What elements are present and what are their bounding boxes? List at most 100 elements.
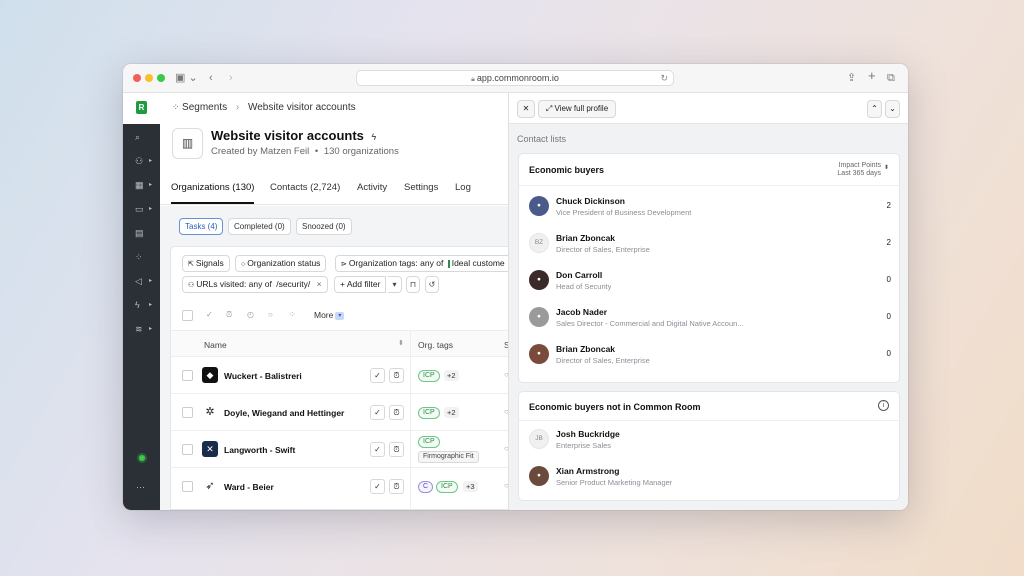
bolt-icon[interactable]: ϟ ▸ <box>135 298 155 312</box>
app-logo[interactable]: R <box>136 101 147 114</box>
reload-icon[interactable]: ↻ <box>660 71 668 85</box>
tab-settings[interactable]: Settings <box>404 182 438 202</box>
close-icon[interactable]: ✕ <box>517 100 535 118</box>
org-name[interactable]: Langworth - Swift <box>224 445 295 455</box>
contact-row[interactable]: ● Jacob Nader Sales Director - Commercia… <box>519 298 901 335</box>
org-status-filter[interactable]: ○ Organization status <box>235 255 327 272</box>
signals-filter[interactable]: ⇱ Signals <box>182 255 230 272</box>
contact-row[interactable]: ● Don Carroll Head of Security 0 <box>519 261 901 298</box>
chevron-up-icon[interactable]: ⌃ <box>867 100 882 118</box>
chat-icon[interactable]: ▭ ▸ <box>135 202 155 216</box>
column-org-tags[interactable]: Org. tags <box>418 340 453 350</box>
table-row[interactable]: ✲ Doyle, Wiegand and Hettinger ✓ ⏰︎ ICP … <box>171 394 508 431</box>
row-checkbox[interactable] <box>182 370 193 381</box>
check-icon[interactable]: ✓ <box>370 368 385 383</box>
tab-log[interactable]: Log <box>455 182 471 202</box>
search-icon[interactable]: ⌕ <box>135 130 155 144</box>
building-icon[interactable]: ▦ ▸ <box>135 178 155 192</box>
check-icon[interactable]: ✓ <box>206 310 213 319</box>
contact-row[interactable]: BZ Brian Zboncak Director of Sales, Ente… <box>519 224 901 261</box>
more-menu-button[interactable]: More ▾ <box>314 310 345 320</box>
view-full-profile-button[interactable]: ⤢ View full profile <box>538 100 616 118</box>
contact-name[interactable]: Chuck Dickinson <box>556 196 625 206</box>
more-tags-badge[interactable]: +2 <box>444 370 459 381</box>
alarm-icon[interactable]: ⏰︎ <box>389 442 404 457</box>
logo-area: R <box>123 93 160 124</box>
check-icon[interactable]: ✓ <box>370 405 385 420</box>
subtab-completed[interactable]: Completed (0) <box>228 218 291 235</box>
tab-activity[interactable]: Activity <box>357 182 387 202</box>
impact-sort-control[interactable]: Impact Points Last 365 days ⬍ <box>837 162 889 178</box>
contact-name[interactable]: Josh Buckridge <box>556 429 620 439</box>
new-tab-icon[interactable]: + <box>868 68 876 84</box>
row-checkbox[interactable] <box>182 407 193 418</box>
breadcrumb-segments-link[interactable]: Segments <box>182 102 227 113</box>
column-name[interactable]: Name <box>204 340 227 350</box>
org-name[interactable]: Wuckert - Balistreri <box>224 371 302 381</box>
close-window-button[interactable] <box>133 74 141 82</box>
subtab-snoozed[interactable]: Snoozed (0) <box>296 218 352 235</box>
add-filter-button[interactable]: + Add filter <box>334 276 387 293</box>
contact-row[interactable]: JB Josh Buckridge Enterprise Sales <box>519 420 901 457</box>
more-icon[interactable]: ··· <box>136 480 156 494</box>
alarm-icon[interactable]: ⏰︎ <box>389 368 404 383</box>
subtab-tasks[interactable]: Tasks (4) <box>179 218 224 235</box>
contact-name[interactable]: Don Carroll <box>556 270 602 280</box>
select-all-checkbox[interactable] <box>182 310 193 321</box>
org-tags-filter[interactable]: ⊳ Organization tags: any of Ideal custom… <box>335 255 508 272</box>
org-name[interactable]: Ward - Beier <box>224 482 274 492</box>
people-icon[interactable]: ⚇ ▸ <box>135 154 155 168</box>
urls-visited-filter[interactable]: ⚇ URLs visited: any of /security/ × <box>182 276 328 293</box>
contact-name[interactable]: Jacob Nader <box>556 307 607 317</box>
grid-icon[interactable]: ⁘ <box>289 310 296 319</box>
grid-icon[interactable]: ⁘ <box>135 250 155 264</box>
clock-icon[interactable]: ◴ <box>247 310 254 319</box>
more-tags-badge[interactable]: +3 <box>463 481 478 492</box>
org-name[interactable]: Doyle, Wiegand and Hettinger <box>224 408 344 418</box>
back-icon[interactable]: ‹ <box>209 70 213 86</box>
tab-organizations[interactable]: Organizations (130) <box>171 182 255 204</box>
check-icon[interactable]: ✓ <box>370 479 385 494</box>
tag-icon: ⊳ <box>341 261 349 268</box>
undo-icon[interactable]: ↺ <box>425 276 439 293</box>
contact-name[interactable]: Brian Zboncak <box>556 233 615 243</box>
contact-name[interactable]: Brian Zboncak <box>556 344 615 354</box>
divider <box>519 185 901 186</box>
table-icon[interactable]: ▤ <box>135 226 155 240</box>
table-row[interactable]: ✕ Langworth - Swift ✓ ⏰︎ ICP Firmographi… <box>171 431 508 468</box>
contact-row[interactable]: ● Chuck Dickinson Vice President of Busi… <box>519 187 901 224</box>
minimize-window-button[interactable] <box>145 74 153 82</box>
alarm-icon[interactable]: ⏰︎ <box>389 405 404 420</box>
chart-icon[interactable]: ≋ ▸ <box>135 322 155 336</box>
sidebar-toggle-icon[interactable]: ▣ ⌄ <box>175 70 198 86</box>
status-circle-icon[interactable]: ○ <box>268 310 273 319</box>
megaphone-icon[interactable]: ◁ ▸ <box>135 274 155 288</box>
forward-icon[interactable]: › <box>229 70 233 86</box>
address-bar[interactable]: 🔒︎ app.commonroom.io ↻ <box>356 70 674 86</box>
chevron-down-icon[interactable]: ⌄ <box>885 100 900 118</box>
add-filter-dropdown[interactable]: ▾ <box>388 276 402 293</box>
contact-row[interactable]: ● Xian Armstrong Senior Product Marketin… <box>519 457 901 494</box>
org-count-text: 130 organizations <box>323 146 399 157</box>
more-tags-badge[interactable]: +2 <box>444 407 459 418</box>
zoom-window-button[interactable] <box>157 74 165 82</box>
contact-row[interactable]: ● Brian Zboncak Director of Sales, Enter… <box>519 335 901 372</box>
bookmark-icon[interactable]: ⊓ <box>406 276 420 293</box>
row-checkbox[interactable] <box>182 481 193 492</box>
check-icon[interactable]: ✓ <box>370 442 385 457</box>
share-icon[interactable]: ⇪ <box>847 70 856 86</box>
creator-text: Created by Matzen Feil <box>211 146 310 157</box>
tab-contacts[interactable]: Contacts (2,724) <box>270 182 340 202</box>
alarm-icon[interactable]: ⏰︎ <box>389 479 404 494</box>
alarm-icon[interactable]: ⏰︎ <box>226 310 232 320</box>
browser-titlebar: ▣ ⌄ ‹ › 🔒︎ app.commonroom.io ↻ ⇪ + ⧉ <box>123 64 908 93</box>
remove-filter-icon[interactable]: × <box>317 279 322 289</box>
table-row[interactable]: ➶ Ward - Beier ✓ ⏰︎ C ICP +3 ○ <box>171 468 508 505</box>
tabs-overview-icon[interactable]: ⧉ <box>887 70 895 86</box>
table-row[interactable]: ◆ Wuckert - Balistreri ✓ ⏰︎ ICP +2 ○ <box>171 357 508 394</box>
row-checkbox[interactable] <box>182 444 193 455</box>
contact-name[interactable]: Xian Armstrong <box>556 466 619 476</box>
sort-icon[interactable]: ⬍ <box>398 339 404 347</box>
info-icon[interactable]: i <box>878 400 889 411</box>
segments-icon: ⁘ <box>172 102 183 112</box>
